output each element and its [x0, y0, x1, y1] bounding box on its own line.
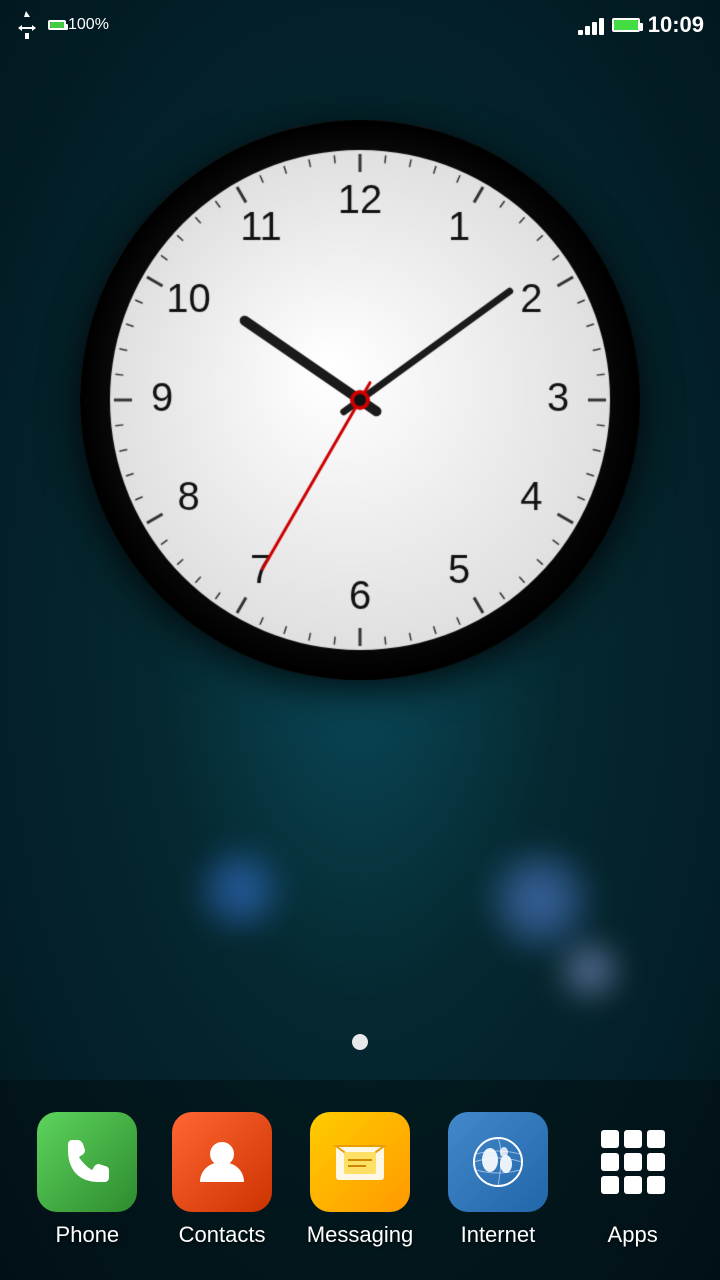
clock-face-outer: // We'll do this via JS below 12 1 2 3 4…	[80, 120, 640, 680]
dock-item-internet[interactable]: Internet	[448, 1112, 548, 1248]
page-dot-active	[352, 1034, 368, 1050]
internet-label: Internet	[461, 1222, 536, 1248]
clock-widget[interactable]: // We'll do this via JS below 12 1 2 3 4…	[80, 120, 640, 680]
dock-item-messaging[interactable]: Messaging	[307, 1112, 413, 1248]
apps-label: Apps	[608, 1222, 658, 1248]
status-left: 100%	[16, 11, 109, 39]
phone-icon[interactable]	[37, 1112, 137, 1212]
clock-face-inner: // We'll do this via JS below 12 1 2 3 4…	[110, 150, 610, 650]
bokeh-2	[560, 940, 620, 1000]
battery-full	[612, 18, 640, 32]
hands-container	[110, 150, 610, 650]
apps-icon[interactable]	[583, 1112, 683, 1212]
usb-icon	[16, 11, 38, 39]
signal-bars	[578, 15, 604, 35]
status-right: 10:09	[578, 12, 704, 38]
messaging-label: Messaging	[307, 1222, 413, 1248]
phone-label: Phone	[56, 1222, 120, 1248]
status-bar: 100% 10:09	[0, 0, 720, 50]
battery-small: 100%	[48, 16, 109, 34]
dock: Phone Contacts Messaging	[0, 1080, 720, 1280]
battery-percent-small: 100%	[68, 16, 109, 34]
dock-item-apps[interactable]: Apps	[583, 1112, 683, 1248]
dock-item-contacts[interactable]: Contacts	[172, 1112, 272, 1248]
bokeh-1	[200, 850, 280, 930]
bokeh-3	[490, 850, 590, 950]
status-time: 10:09	[648, 12, 704, 38]
dock-item-phone[interactable]: Phone	[37, 1112, 137, 1248]
internet-icon[interactable]	[448, 1112, 548, 1212]
contacts-icon[interactable]	[172, 1112, 272, 1212]
contacts-label: Contacts	[179, 1222, 266, 1248]
page-indicator	[352, 1034, 368, 1050]
messaging-icon[interactable]	[310, 1112, 410, 1212]
